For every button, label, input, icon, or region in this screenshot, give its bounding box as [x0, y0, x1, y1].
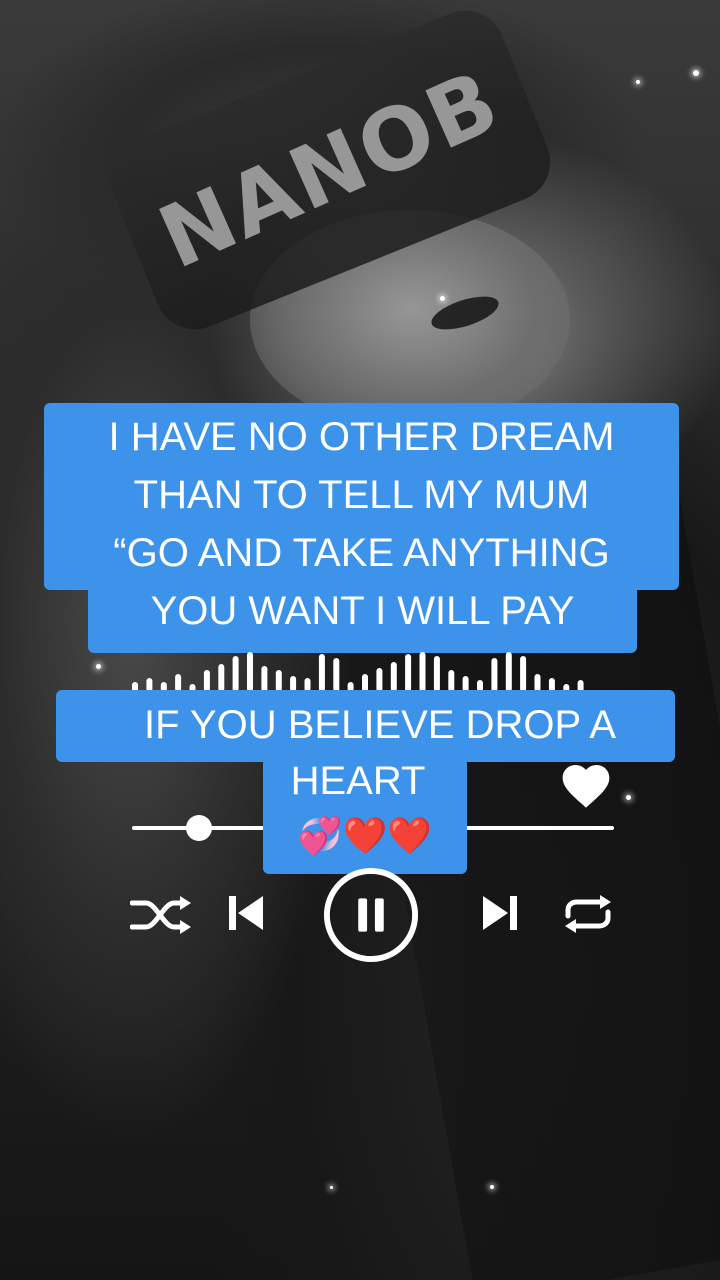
- waveform-bar: [232, 656, 239, 692]
- sparkle: [440, 296, 445, 301]
- waveform-bar: [261, 666, 268, 692]
- waveform-bar: [390, 662, 397, 692]
- waveform-bar: [448, 670, 455, 692]
- caption-top-line-1: I HAVE NO OTHER DREAM: [108, 415, 615, 459]
- waveform-bar: [505, 652, 512, 692]
- sparkle: [636, 80, 640, 84]
- previous-icon[interactable]: [226, 893, 266, 933]
- shuffle-icon[interactable]: [130, 895, 194, 935]
- waveform-bar: [491, 658, 498, 692]
- pause-button[interactable]: [322, 866, 420, 964]
- waveform-bar: [218, 664, 225, 692]
- caption-bottom-line-2: HEART: [290, 759, 426, 803]
- caption-bottom-emojis: 💞❤️❤️: [297, 816, 433, 857]
- next-icon[interactable]: [480, 893, 520, 933]
- waveform-bar: [419, 652, 426, 692]
- sparkle: [96, 664, 101, 669]
- waveform-bar: [520, 656, 527, 692]
- repeat-icon[interactable]: [560, 894, 616, 934]
- waveform-bar: [433, 656, 440, 692]
- sparkle: [330, 1186, 333, 1189]
- caption-top-line-4: YOU WANT I WILL PAY: [150, 589, 575, 633]
- waveform-bar: [203, 670, 210, 692]
- sparkle: [490, 1185, 494, 1189]
- waveform-bar: [376, 668, 383, 692]
- sparkle: [693, 70, 699, 76]
- video-frame: NANOB I HAVE NO OTHER DREAM THAN TO TELL…: [0, 0, 720, 1280]
- caption-top-line-2: THAN TO TELL MY MUM: [133, 473, 590, 517]
- waveform-bar: [405, 654, 412, 692]
- heart-icon[interactable]: [558, 758, 614, 814]
- caption-top-line-3: “GO AND TAKE ANYTHING: [113, 531, 610, 575]
- waveform-bar: [318, 654, 325, 692]
- waveform-bar: [275, 670, 282, 692]
- caption-bottom-line-1: IF YOU BELIEVE DROP A: [143, 703, 617, 747]
- waveform-bar: [333, 658, 340, 692]
- sparkle: [626, 795, 631, 800]
- waveform-bar: [247, 652, 253, 692]
- audio-waveform: [132, 652, 584, 692]
- pause-icon: [358, 898, 368, 932]
